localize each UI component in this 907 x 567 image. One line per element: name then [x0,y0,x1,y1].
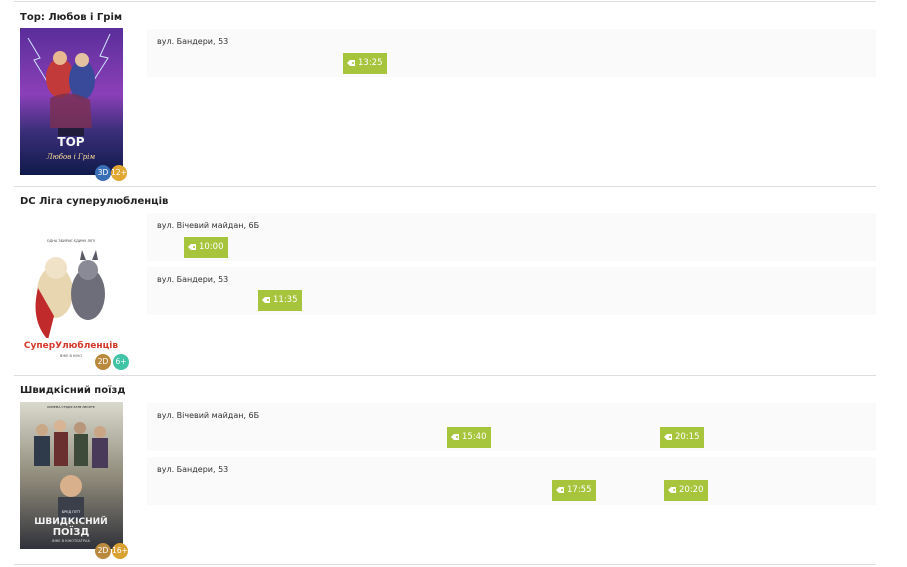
venue-row: вул. Вічевий майдан, 6Б 10:00 [147,213,876,261]
venue-address: вул. Бандери, 53 [157,465,229,474]
showtime-button[interactable]: 17:55 [552,480,596,501]
movie-poster[interactable]: ОДНА ЗБИРАЄ ЄДИНУ ЛІГУ СуперУлюбленців В… [20,220,123,367]
age-rating-badge: 16+ [112,543,128,559]
tag-icon [668,486,676,493]
tag-icon [664,433,672,440]
age-rating-badge: 6+ [113,354,129,370]
venue-row: вул. Вічевий майдан, 6Б 15:40 20:15 [147,403,876,451]
venue-row: вул. Бандери, 53 17:55 20:20 [147,457,876,505]
showtime-label: 20:15 [675,432,700,442]
showtime-label: 17:55 [567,485,592,495]
format-badge: 2D [95,543,111,559]
showtime-label: 20:20 [679,485,704,495]
tag-icon [451,433,459,440]
showtime-button[interactable]: 13:25 [343,53,387,74]
divider [14,375,876,376]
svg-text:Любов і Грім: Любов і Грім [46,153,96,161]
showtime-label: 11:35 [273,295,298,305]
poster-caption: ВЖЕ В КІНОТЕАТРАХ [52,539,90,543]
poster-actor: БРЕД ПІТТ [62,510,81,514]
movie-title[interactable]: Швидкісний поїзд [20,385,125,396]
showtime-label: 15:40 [462,432,487,442]
format-badge: 2D [95,354,111,370]
showtime-button[interactable]: 20:15 [660,427,704,448]
poster-tagline: ОДНА ЗБИРАЄ ЄДИНУ ЛІГУ [47,239,96,243]
movie-poster[interactable]: КИНЕМА СТУДІЯ ЗАТВ ЛЕОНТЕ БРЕД ПІТТ ШВИД… [20,402,123,549]
poster-caption: ВЖЕ В КІНО [60,354,82,358]
tag-icon [556,486,564,493]
venue-address: вул. Бандери, 53 [157,275,229,284]
movie-poster[interactable]: TOP Любов і Грім [20,28,123,175]
showtime-button[interactable]: 15:40 [447,427,491,448]
venue-row: вул. Бандери, 53 13:25 [147,29,876,77]
venue-address: вул. Вічевий майдан, 6Б [157,221,260,230]
showtime-button[interactable]: 20:20 [664,480,708,501]
poster-top-text: КИНЕМА СТУДІЯ ЗАТВ ЛЕОНТЕ [47,405,95,409]
poster-logo-line2: ПОЇЗД [53,524,90,538]
tag-icon [262,296,270,303]
venue-address: вул. Вічевий майдан, 6Б [157,411,260,420]
tag-icon [347,59,355,66]
showtime-label: 10:00 [199,242,224,252]
divider [14,186,876,187]
venue-row: вул. Бандери, 53 11:35 [147,267,876,315]
age-rating-badge: 12+ [111,165,127,181]
poster-logo-line1: ШВИДКІСНИЙ [34,515,107,527]
venue-address: вул. Бандери, 53 [157,37,229,46]
tag-icon [188,243,196,250]
showtime-button[interactable]: 11:35 [258,290,302,311]
divider [14,1,876,2]
poster-logo: СуперУлюбленців [24,340,118,351]
movie-title[interactable]: DC Ліга суперулюбленців [20,196,168,207]
showtime-button[interactable]: 10:00 [184,237,228,258]
divider [14,564,876,565]
svg-text:TOP: TOP [57,135,84,149]
format-badge: 3D [95,165,111,181]
movie-title[interactable]: Тор: Любов і Грім [20,12,122,23]
showtime-label: 13:25 [358,58,383,68]
